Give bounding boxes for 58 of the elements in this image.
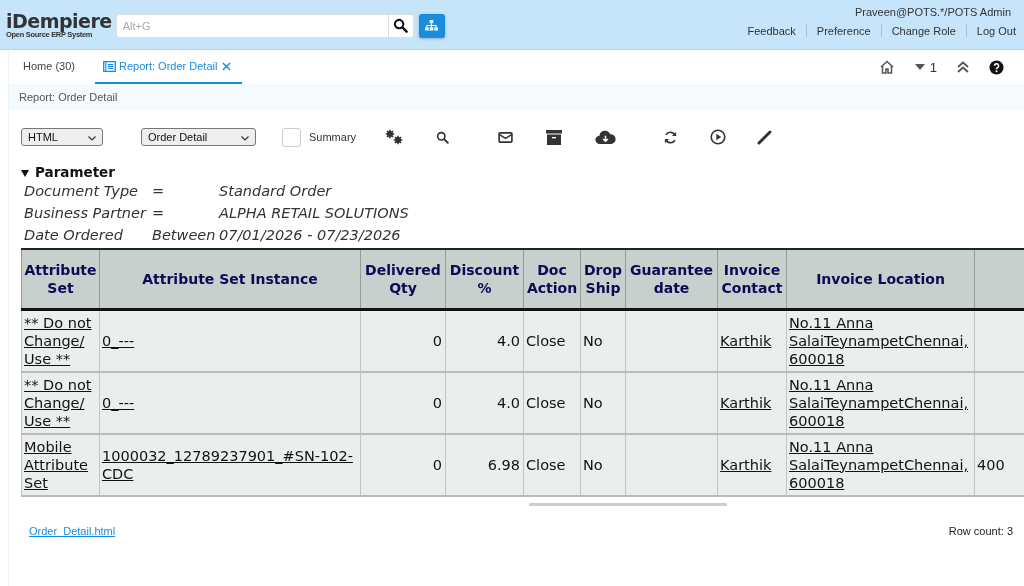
cell-link[interactable]: Karthik <box>717 371 787 434</box>
user-name: Praveen@POTS.*/POTS Admin <box>854 6 1011 18</box>
table-cell: Close <box>523 433 581 496</box>
parameter-operator: = <box>152 204 166 223</box>
row-count: Row count: 3 <box>948 524 1013 537</box>
parameter-value: ALPHA RETAIL SOLUTIONS <box>219 204 410 223</box>
column-header: Drop Ship <box>580 249 626 309</box>
cell-link[interactable]: 0_--- <box>99 371 361 434</box>
parameter-value: Standard Order <box>219 182 333 201</box>
checkbox-label: Summary <box>309 131 357 143</box>
dropdown[interactable]: Order Detail <box>141 128 256 146</box>
table-cell: No <box>580 371 626 434</box>
parameter-toggle[interactable]: Parameter <box>21 164 1024 180</box>
cell-link[interactable]: 0_--- <box>99 309 361 372</box>
column-header: Attribute Set <box>21 249 100 309</box>
table-cell: 4.0 <box>445 371 524 434</box>
cell-link[interactable]: ** Do not Change/ Use ** <box>21 371 100 434</box>
cell-link[interactable]: 1000032_12789237901_#SN-102-CDC <box>99 433 361 496</box>
table-cell: 0 <box>360 309 446 372</box>
column-header: Doc Action <box>523 249 581 309</box>
cell-link[interactable]: No.11 Anna SalaiTeynampetChennai, 600018 <box>786 309 975 372</box>
cell-link[interactable]: Mobile Attribute Set <box>21 433 100 496</box>
column-header: Guarantee date <box>625 249 718 309</box>
parameter-value: 07/01/2026 - 07/23/2026 <box>219 226 402 245</box>
cell-link[interactable]: No.11 Anna SalaiTeynampetChennai, 600018 <box>786 433 975 496</box>
column-header: Invoice Contact <box>717 249 787 309</box>
cell-link[interactable]: ** Do not Change/ Use ** <box>21 309 100 372</box>
dropdown[interactable]: HTML <box>21 128 103 146</box>
column-header: Invoice Location <box>786 249 975 309</box>
parameter-operator: = <box>152 182 166 201</box>
parameter-name: Business Partner <box>24 204 148 223</box>
cell-link[interactable]: Karthik <box>717 309 787 372</box>
table-cell: Close <box>523 371 581 434</box>
parameter-name: Document Type <box>24 182 140 201</box>
column-header: Delivered Qty <box>360 249 446 309</box>
table-cell: No <box>580 309 626 372</box>
table-cell: 0 <box>360 371 446 434</box>
cell-link[interactable]: No.11 Anna SalaiTeynampetChennai, 600018 <box>786 371 975 434</box>
search-field[interactable]: Alt+G <box>115 13 388 38</box>
column-header: Discount % <box>445 249 524 309</box>
tab-list-button[interactable]: 1 <box>914 59 937 75</box>
breadcrumb: Report: Order Detail <box>19 91 118 103</box>
parameter-operator: Between <box>152 226 217 245</box>
header-link[interactable]: Change Role <box>881 24 966 37</box>
table-cell: 0 <box>360 433 446 496</box>
table-cell: 400 <box>974 433 1024 496</box>
parameter-name: Date Ordered <box>24 226 124 245</box>
table-cell: Close <box>523 309 581 372</box>
table-cell: No <box>580 433 626 496</box>
column-header: Attribute Set Instance <box>99 249 361 309</box>
file-link[interactable]: Order_Detail.html <box>29 524 116 537</box>
table-cell: 6.98 <box>445 433 524 496</box>
table-cell: 4.0 <box>445 309 524 372</box>
cell-link[interactable]: Karthik <box>717 433 787 496</box>
header-link[interactable]: Feedback <box>737 24 806 37</box>
tab[interactable]: Home (30) <box>15 50 83 84</box>
header-link[interactable]: Preference <box>806 24 881 37</box>
header-link[interactable]: Log Out <box>966 24 1016 37</box>
